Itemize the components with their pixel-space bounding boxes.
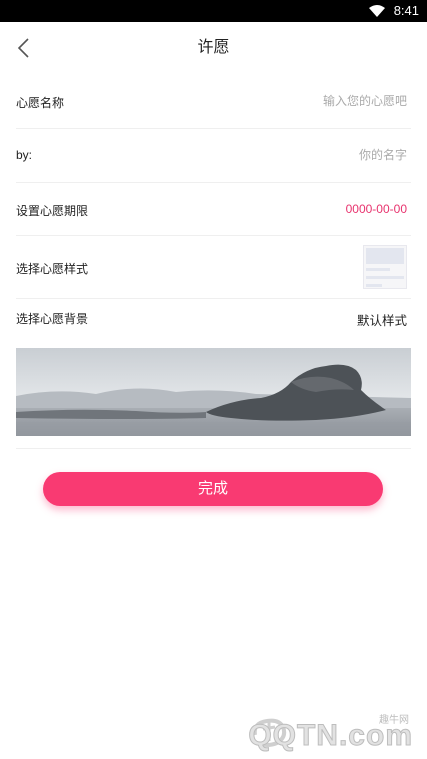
wish-name-input[interactable] [207, 94, 407, 108]
by-row: by: [16, 128, 411, 183]
wifi-icon [369, 5, 385, 17]
background-preview-image[interactable] [16, 348, 411, 436]
divider [16, 448, 411, 449]
background-value: 默认样式 [356, 314, 407, 328]
author-name-input[interactable] [207, 148, 407, 162]
wish-name-row: 心愿名称 [16, 74, 411, 129]
status-time: 8:41 [393, 3, 419, 18]
background-label: 选择心愿背景 [16, 312, 89, 326]
watermark: 趣牛网 QQTN.com [243, 711, 413, 753]
wish-style-thumbnail[interactable] [363, 245, 407, 289]
style-label: 选择心愿样式 [16, 262, 89, 276]
background-row[interactable]: 选择心愿背景 默认样式 [16, 298, 411, 342]
nav-bar: 许愿 [0, 22, 427, 74]
page-title: 许愿 [197, 39, 230, 56]
watermark-big-text: QQTN.com [248, 719, 413, 753]
submit-button[interactable]: 完成 [43, 472, 383, 506]
deadline-value[interactable]: 0000-00-00 [346, 202, 407, 216]
status-bar: 8:41 [0, 0, 427, 22]
deadline-label: 设置心愿期限 [16, 204, 89, 218]
style-row: 选择心愿样式 [16, 235, 411, 299]
deadline-row[interactable]: 设置心愿期限 0000-00-00 [16, 182, 411, 236]
by-label: by: [16, 148, 33, 162]
wish-name-label: 心愿名称 [16, 96, 65, 110]
